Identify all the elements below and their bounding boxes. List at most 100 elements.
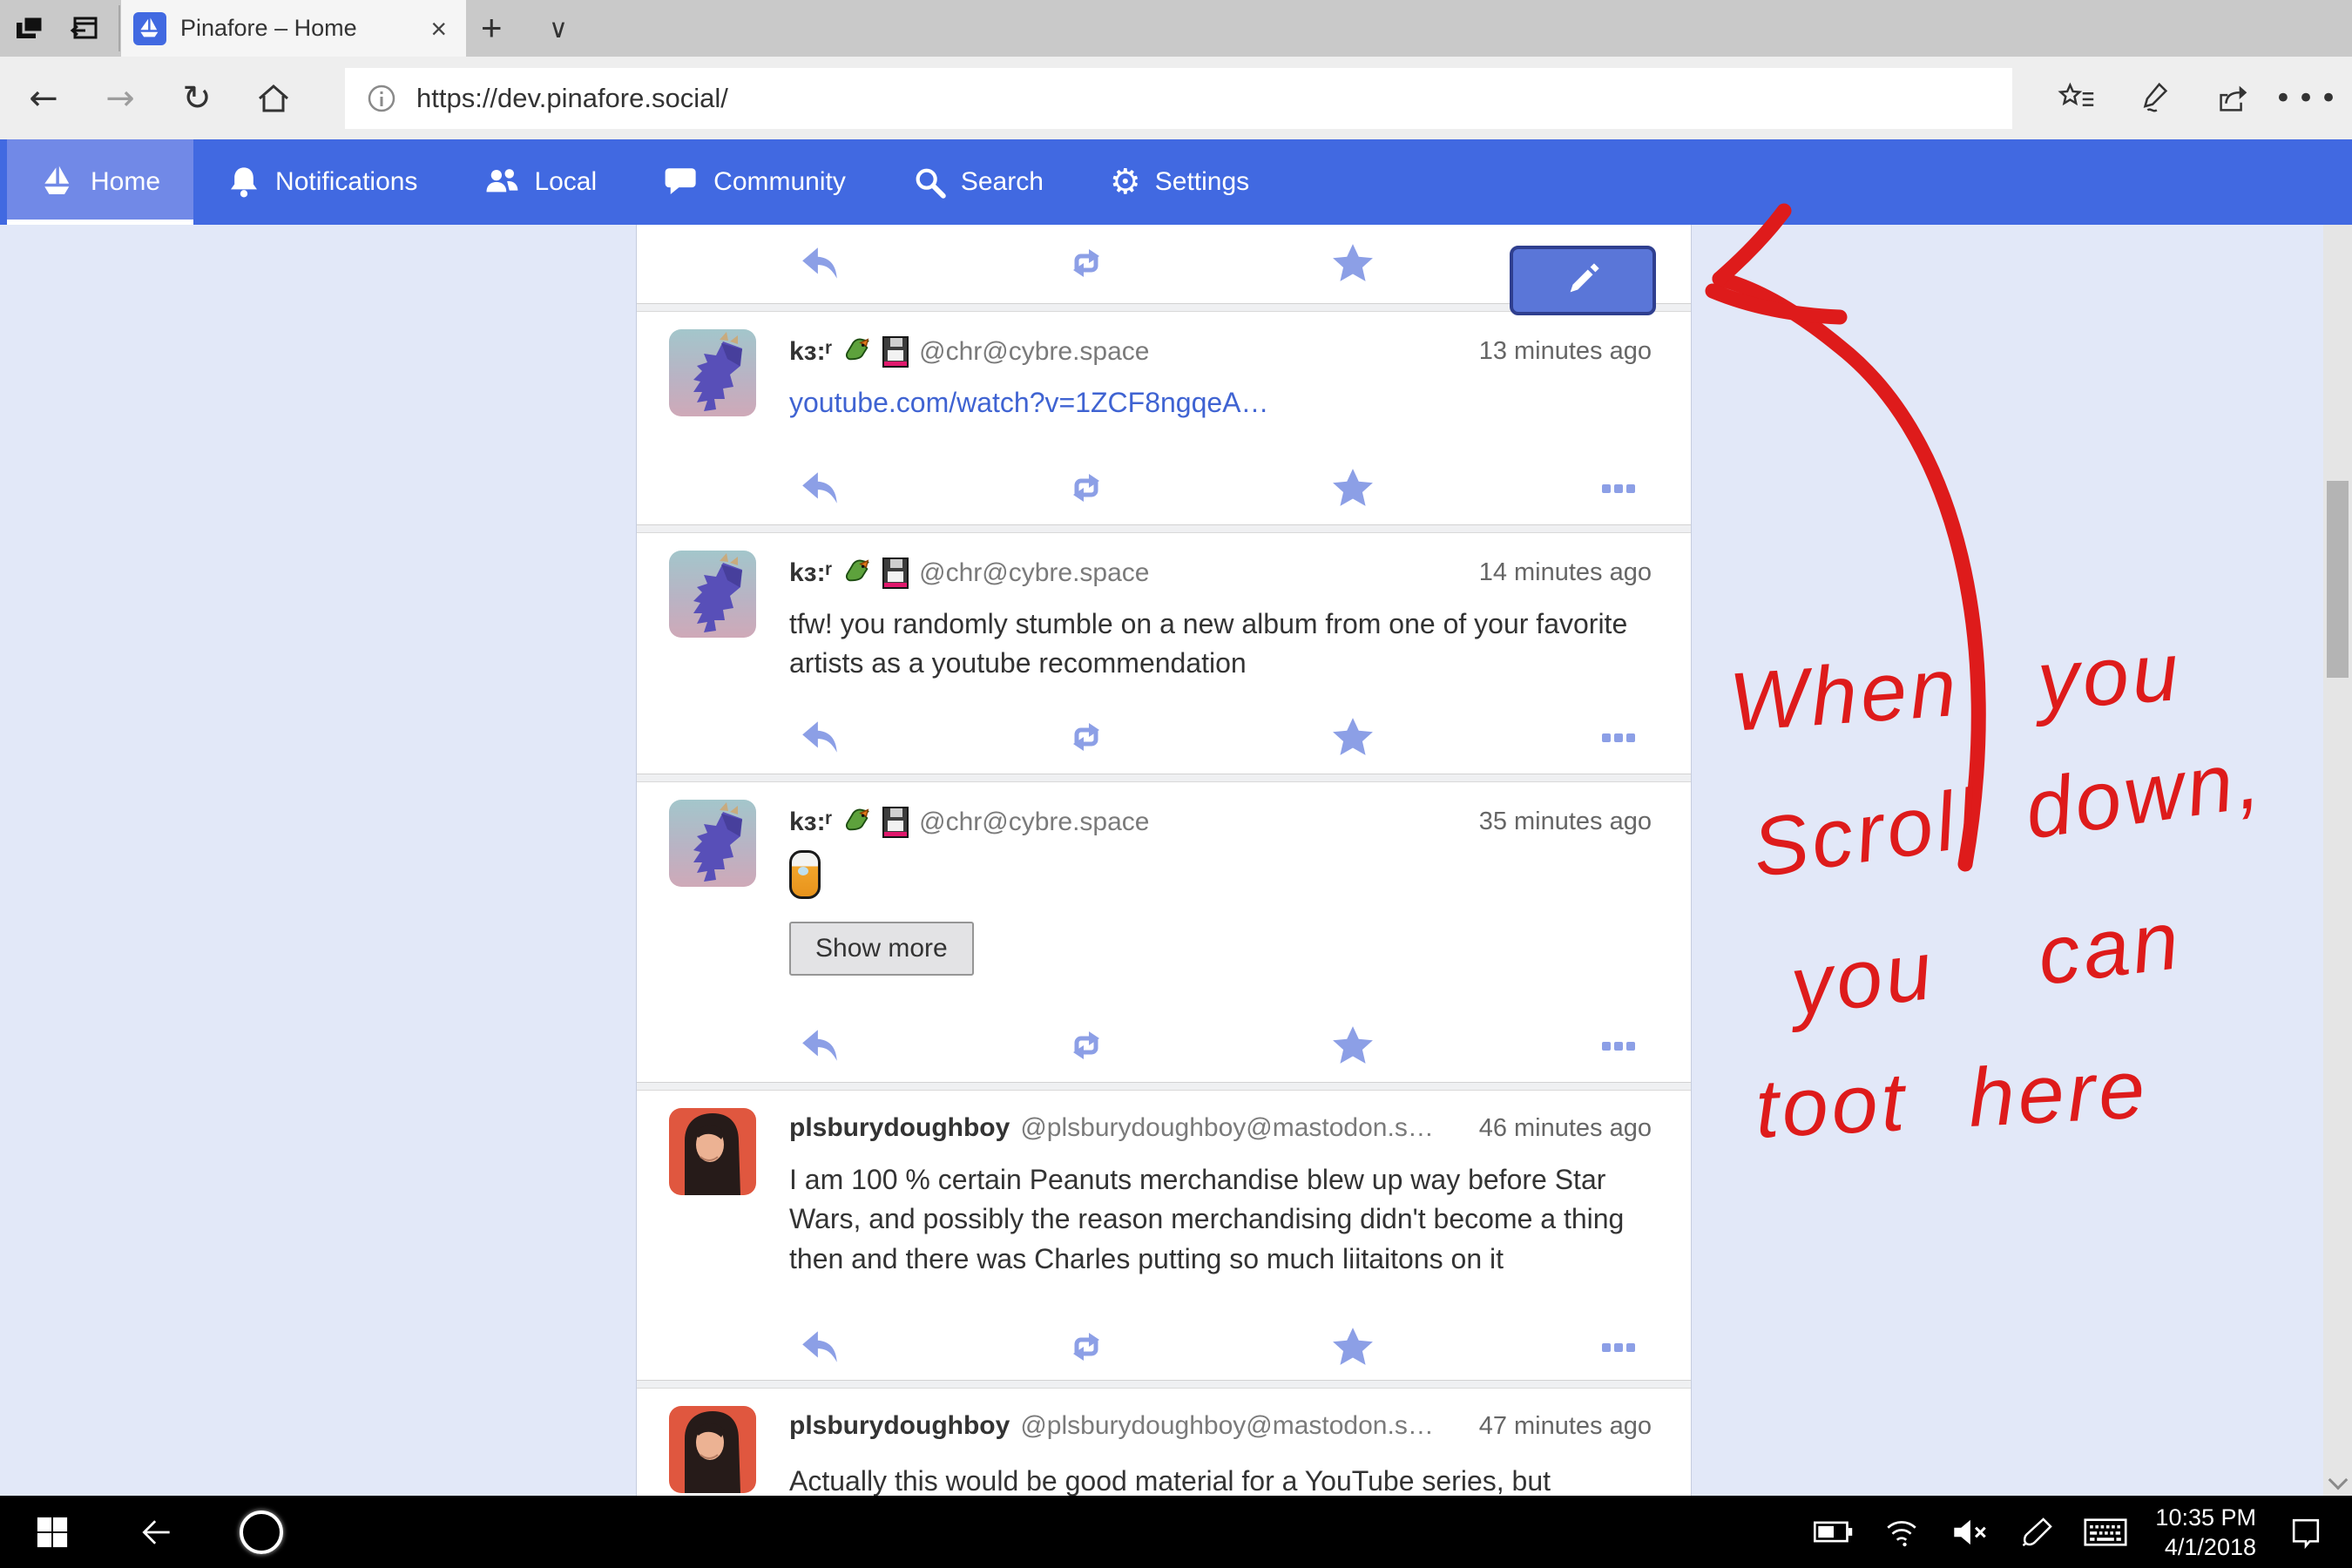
cortana-icon[interactable] — [209, 1496, 314, 1568]
toot-separator — [637, 1380, 1691, 1389]
boost-icon[interactable] — [1064, 1325, 1108, 1369]
toot-username[interactable]: kз:ʳ — [789, 558, 832, 588]
toot-username[interactable]: kз:ʳ — [789, 337, 832, 367]
nav-label-home: Home — [91, 167, 160, 197]
toot-handle[interactable]: @chr@cybre.space — [919, 337, 1469, 367]
avatar[interactable] — [669, 551, 756, 638]
close-tab-icon[interactable]: × — [423, 15, 454, 43]
nav-item-community[interactable]: Community — [630, 139, 879, 225]
reply-icon[interactable] — [799, 1325, 842, 1369]
toot-timestamp[interactable]: 47 minutes ago — [1479, 1412, 1652, 1441]
chat-bubble-icon — [663, 164, 700, 200]
nav-item-local[interactable]: Local — [450, 139, 630, 225]
avatar[interactable] — [669, 800, 756, 887]
pinafore-navbar: Home Notifications Local Community Searc… — [0, 139, 2352, 225]
battery-icon[interactable] — [1800, 1496, 1868, 1568]
more-icon[interactable] — [1597, 466, 1640, 510]
show-more-button[interactable]: Show more — [789, 922, 974, 976]
boost-icon[interactable] — [1064, 241, 1108, 285]
star-icon[interactable] — [1331, 466, 1375, 510]
volume-muted-icon[interactable] — [1936, 1496, 2004, 1568]
address-bar[interactable]: https://dev.pinafore.social/ — [345, 68, 2012, 129]
boost-icon[interactable] — [1064, 715, 1108, 759]
nav-item-settings[interactable]: ⚙ Settings — [1077, 139, 1282, 225]
gear-icon: ⚙ — [1110, 165, 1141, 199]
toot-timestamp[interactable]: 13 minutes ago — [1479, 337, 1652, 366]
action-center-icon[interactable] — [2272, 1496, 2340, 1568]
scrollbar-down-arrow-icon[interactable] — [2328, 1470, 2349, 1490]
restore-tabs-icon[interactable] — [66, 10, 103, 47]
scrollbar-track[interactable] — [2323, 225, 2352, 1496]
star-icon[interactable] — [1331, 1024, 1375, 1067]
nav-item-search[interactable]: Search — [879, 139, 1077, 225]
windows-start-icon[interactable] — [0, 1496, 105, 1568]
toot-username[interactable]: kз:ʳ — [789, 808, 832, 837]
page: kз:ʳ @chr@cybre.space 13 minutes ago you… — [0, 225, 2352, 1496]
refresh-icon[interactable]: ↻ — [162, 57, 232, 139]
toot-handle[interactable]: @plsburydoughboy@mastodon.s… — [1020, 1113, 1468, 1143]
toot-handle[interactable]: @plsburydoughboy@mastodon.s… — [1020, 1411, 1468, 1441]
pinafore-favicon — [133, 12, 166, 45]
scrollbar-thumb[interactable] — [2327, 481, 2349, 678]
floppy-disk-emoji — [882, 807, 909, 838]
touch-keyboard-icon[interactable] — [2072, 1496, 2139, 1568]
reply-icon[interactable] — [799, 466, 842, 510]
forward-icon[interactable]: → — [85, 57, 155, 139]
wifi-icon[interactable] — [1868, 1496, 1936, 1568]
avatar[interactable] — [669, 1108, 756, 1195]
share-icon[interactable] — [2198, 57, 2268, 139]
toot-username[interactable]: plsburydoughboy — [789, 1113, 1010, 1143]
sailboat-icon — [40, 164, 77, 200]
boost-icon[interactable] — [1064, 1024, 1108, 1067]
reply-icon[interactable] — [799, 1024, 842, 1067]
boost-icon[interactable] — [1064, 466, 1108, 510]
reply-icon[interactable] — [799, 241, 842, 285]
toot-handle[interactable]: @chr@cybre.space — [919, 558, 1469, 588]
toot-timestamp[interactable]: 35 minutes ago — [1479, 808, 1652, 836]
toot-link[interactable]: youtube.com/watch?v=1ZCF8ngqeA… — [789, 387, 1269, 418]
nav-label-settings: Settings — [1155, 167, 1249, 197]
web-note-pen-icon[interactable] — [2119, 57, 2189, 139]
star-icon[interactable] — [1331, 715, 1375, 759]
nav-item-home[interactable]: Home — [7, 139, 193, 225]
url-text[interactable]: https://dev.pinafore.social/ — [416, 83, 728, 114]
more-icon[interactable] — [1597, 1024, 1640, 1067]
home-icon[interactable] — [239, 57, 308, 139]
avatar[interactable] — [669, 1406, 756, 1493]
tab-preview-chevron-icon[interactable]: ∨ — [549, 14, 568, 44]
more-options-icon[interactable]: ••• — [2274, 57, 2343, 139]
tabbar-divider — [118, 5, 120, 51]
hub-favorites-icon[interactable] — [2043, 57, 2112, 139]
home-timeline: kз:ʳ @chr@cybre.space 13 minutes ago you… — [636, 225, 1692, 1496]
toot-username[interactable]: plsburydoughboy — [789, 1411, 1010, 1441]
nav-label-search: Search — [961, 167, 1044, 197]
back-arrow-icon[interactable] — [105, 1496, 209, 1568]
taskbar-clock[interactable]: 10:35 PM 4/1/2018 — [2139, 1503, 2272, 1562]
toot: kз:ʳ @chr@cybre.space 13 minutes ago you… — [637, 312, 1691, 524]
more-icon[interactable] — [1597, 715, 1640, 759]
star-icon[interactable] — [1331, 241, 1375, 285]
toot-timestamp[interactable]: 14 minutes ago — [1479, 558, 1652, 587]
toot: plsburydoughboy @plsburydoughboy@mastodo… — [637, 1389, 1691, 1496]
toot-timestamp[interactable]: 46 minutes ago — [1479, 1114, 1652, 1143]
tab-title: Pinafore – Home — [180, 15, 423, 42]
toot-separator — [637, 1082, 1691, 1091]
set-tabs-aside-icon[interactable] — [12, 10, 49, 47]
pen-icon[interactable] — [2004, 1496, 2072, 1568]
more-icon[interactable] — [1597, 1325, 1640, 1369]
toot: kз:ʳ @chr@cybre.space 35 minutes ago Sho… — [637, 782, 1691, 1082]
browser-tab[interactable]: Pinafore – Home × — [121, 0, 466, 57]
nav-item-notifications[interactable]: Notifications — [193, 139, 450, 225]
reply-icon[interactable] — [799, 715, 842, 759]
nav-label-community: Community — [713, 167, 846, 197]
back-icon[interactable]: ← — [9, 57, 78, 139]
new-tab-button[interactable]: + — [481, 7, 503, 49]
compose-toot-button[interactable] — [1510, 246, 1656, 315]
star-icon[interactable] — [1331, 1325, 1375, 1369]
avatar[interactable] — [669, 329, 756, 416]
dragon-emoji — [842, 556, 872, 590]
toot-handle[interactable]: @chr@cybre.space — [919, 808, 1469, 837]
site-info-icon[interactable] — [366, 83, 397, 114]
pencil-icon — [1563, 260, 1603, 302]
clock-date: 4/1/2018 — [2155, 1532, 2256, 1562]
